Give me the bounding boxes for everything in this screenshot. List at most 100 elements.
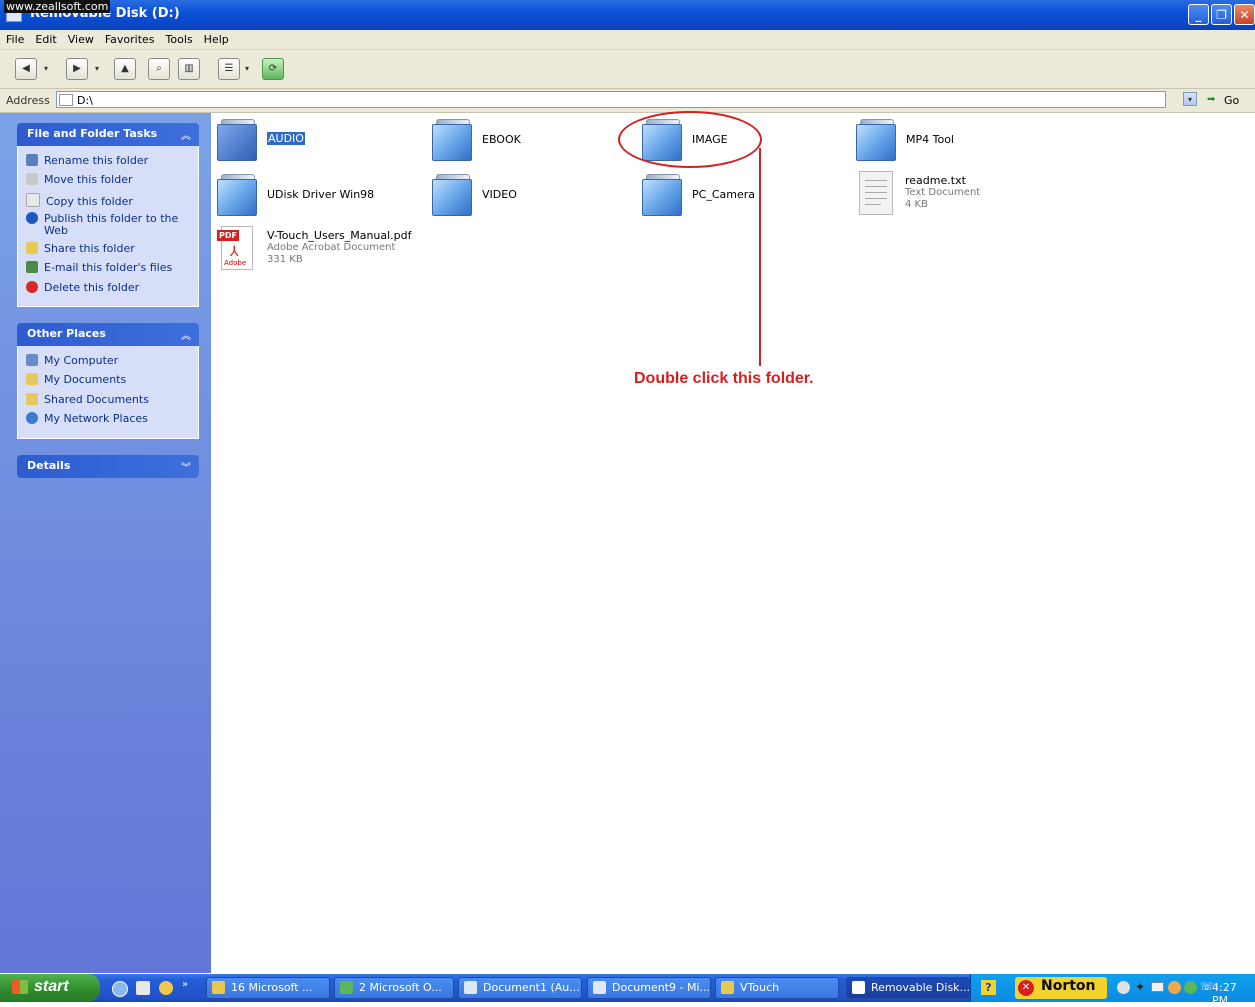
menu-file[interactable]: File: [0, 30, 29, 46]
adobe-label: Adobe: [224, 259, 247, 267]
start-button[interactable]: start: [0, 974, 100, 1002]
back-dropdown-icon[interactable]: ▾: [44, 64, 48, 73]
panel-header-file-tasks[interactable]: File and Folder Tasks ︽: [17, 123, 199, 146]
quicklaunch-dictionary-icon[interactable]: [136, 981, 150, 995]
panel-header-details[interactable]: Details ︾: [17, 455, 199, 478]
taskbar-item-removable-disk[interactable]: Removable Disk...: [846, 977, 970, 999]
folder-label: VIDEO: [482, 188, 517, 201]
place-network[interactable]: My Network Places: [26, 412, 148, 425]
mail-tray-icon[interactable]: [1151, 982, 1164, 992]
folder-icon: [217, 119, 257, 161]
task-email[interactable]: E-mail this folder's files: [26, 261, 172, 274]
menu-edit[interactable]: Edit: [29, 30, 61, 46]
menu-favorites[interactable]: Favorites: [99, 30, 160, 46]
drive-icon: [59, 94, 73, 106]
shared-folder-icon: [26, 393, 38, 405]
taskbar-item-vtouch[interactable]: VTouch: [715, 977, 839, 999]
views-dropdown-icon[interactable]: ▾: [245, 64, 249, 73]
task-move[interactable]: Move this folder: [26, 173, 133, 186]
taskbar-item-outlook-group[interactable]: 2 Microsoft O...: [334, 977, 454, 999]
address-field[interactable]: D:\: [56, 91, 1166, 108]
address-dropdown-button[interactable]: ▾: [1183, 92, 1197, 106]
place-my-documents[interactable]: My Documents: [26, 373, 126, 386]
file-name: readme.txt: [905, 174, 966, 187]
taskbar-item-document9[interactable]: Document9 - Mi...: [587, 977, 711, 999]
task-pane: File and Folder Tasks ︽ Rename this fold…: [0, 113, 211, 973]
task-publish-web[interactable]: Web: [44, 224, 68, 237]
back-button[interactable]: ◀: [15, 58, 37, 80]
expand-chevron-icon[interactable]: ︾: [181, 459, 191, 474]
rename-icon: [26, 154, 38, 166]
taskbar: start » 16 Microsoft ... 2 Microsoft O..…: [0, 974, 1255, 1007]
panel-header-other-places[interactable]: Other Places ︽: [17, 323, 199, 346]
folder-label: AUDIO: [267, 132, 305, 145]
folder-icon: [217, 174, 257, 216]
task-share[interactable]: Share this folder: [26, 242, 135, 255]
folder-label: EBOOK: [482, 133, 521, 146]
acrobat-logo-icon: ⅄: [230, 244, 239, 260]
up-folder-button[interactable]: ▲: [114, 58, 136, 80]
views-button[interactable]: ☰: [218, 58, 240, 80]
panel-body-other-places: My Computer My Documents Shared Document…: [17, 346, 199, 439]
folder-icon: [856, 119, 896, 161]
annotation-text: Double click this folder.: [634, 370, 814, 387]
watermark: www.zeallsoft.com: [4, 0, 111, 13]
taskbar-item-document1[interactable]: Document1 (Au...: [458, 977, 582, 999]
word-document-icon: [593, 981, 606, 994]
delete-icon: [26, 281, 38, 293]
address-bar: Address D:\: [0, 89, 1255, 113]
file-type: Text Document: [905, 187, 981, 198]
computer-icon: [26, 354, 38, 366]
search-button[interactable]: ⌕: [148, 58, 170, 80]
tray-app-icon[interactable]: [1117, 981, 1130, 994]
go-arrow-icon[interactable]: ➡: [1207, 94, 1215, 105]
panel-body-file-tasks: Rename this folder Move this folder Copy…: [17, 146, 199, 307]
collapse-chevron-icon[interactable]: ︽: [181, 327, 191, 342]
quicklaunch-browser-icon[interactable]: [112, 981, 128, 997]
task-rename[interactable]: Rename this folder: [26, 154, 148, 167]
folder-label: UDisk Driver Win98: [267, 188, 375, 201]
move-icon: [26, 173, 38, 185]
menu-help[interactable]: Help: [198, 30, 234, 46]
annotation-line: [759, 148, 761, 366]
share-icon: [26, 242, 38, 254]
quicklaunch-more-icon[interactable]: »: [182, 979, 188, 990]
globe-icon: [26, 212, 38, 224]
folder-icon: [721, 981, 734, 994]
task-delete[interactable]: Delete this folder: [26, 281, 139, 294]
maximize-button[interactable]: ❐: [1211, 4, 1232, 25]
start-label: start: [34, 978, 69, 995]
tray-sync-icon[interactable]: [1168, 981, 1181, 994]
title-bar: Removable Disk (D:) _ ❐ ✕: [0, 0, 1255, 30]
sync-icon[interactable]: ⟳: [262, 58, 284, 80]
forward-dropdown-icon[interactable]: ▾: [95, 64, 99, 73]
tray-network-icon[interactable]: [1184, 981, 1197, 994]
word-document-icon: [464, 981, 477, 994]
tray-pin-icon[interactable]: ✦: [1135, 980, 1145, 994]
drive-icon: [852, 981, 865, 994]
place-my-computer[interactable]: My Computer: [26, 354, 118, 367]
menu-tools[interactable]: Tools: [160, 30, 198, 46]
close-button[interactable]: ✕: [1234, 4, 1255, 25]
task-copy[interactable]: Copy this folder: [26, 193, 133, 208]
menu-view[interactable]: View: [62, 30, 99, 46]
address-value: D:\: [77, 94, 93, 107]
forward-button[interactable]: ▶: [66, 58, 88, 80]
quicklaunch-search-icon[interactable]: [159, 981, 173, 995]
go-button[interactable]: Go: [1224, 94, 1239, 107]
email-icon: [26, 261, 38, 273]
place-shared-documents[interactable]: Shared Documents: [26, 393, 149, 406]
taskbar-item-microsoft-group[interactable]: 16 Microsoft ...: [206, 977, 330, 999]
text-document-icon: [859, 171, 893, 215]
copy-icon: [26, 193, 40, 207]
help-tray-icon[interactable]: ?: [981, 980, 996, 995]
folder-label: PC_Camera: [692, 188, 755, 201]
collapse-chevron-icon[interactable]: ︽: [181, 127, 191, 142]
minimize-button[interactable]: _: [1188, 4, 1209, 25]
folders-button[interactable]: ▥: [178, 58, 200, 80]
windows-logo-icon: [12, 980, 28, 994]
pdf-icon: PDF ⅄ Adobe: [217, 226, 253, 270]
norton-warning-icon: ✕: [1018, 980, 1034, 996]
file-size: 4 KB: [905, 199, 928, 210]
network-icon: [26, 412, 38, 424]
